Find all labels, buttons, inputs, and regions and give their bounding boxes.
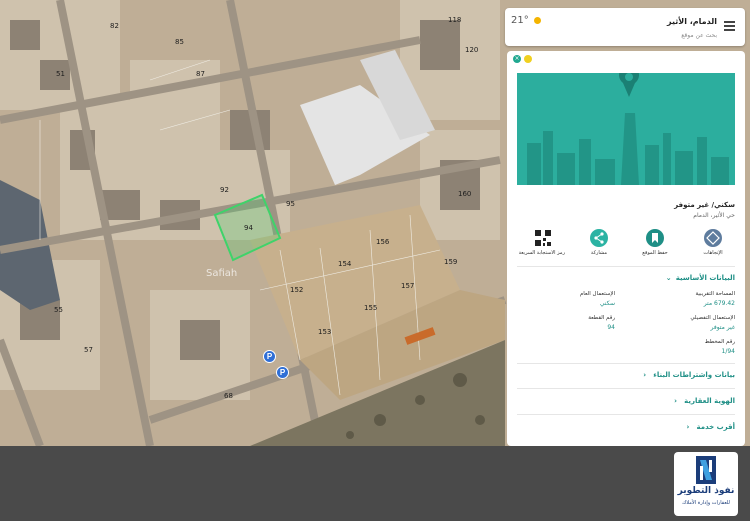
plot-number: 157 bbox=[401, 282, 415, 290]
general-use-label: الإستعمال العام bbox=[579, 291, 615, 297]
action-bar: الإتجاهات حفظ الموقع مشاركة رمز الاستجاب… bbox=[517, 229, 735, 261]
divider bbox=[517, 388, 735, 389]
action-label: الإتجاهات bbox=[703, 250, 723, 256]
section-title: أقرب خدمة bbox=[696, 423, 735, 431]
area-label: المساحة التقريبية bbox=[695, 291, 735, 297]
chevron-left-icon: ‹ bbox=[674, 397, 677, 405]
plot-number: 152 bbox=[290, 286, 304, 294]
plot-number-label: رقم القطعة bbox=[588, 315, 615, 321]
location-subtitle: حي الأثير، الدمام bbox=[693, 212, 735, 219]
plot-number: 51 bbox=[56, 70, 65, 78]
skyline-illustration bbox=[527, 73, 729, 185]
menu-icon[interactable] bbox=[724, 21, 735, 31]
plot-number: 160 bbox=[458, 190, 472, 198]
parking-icon[interactable]: P bbox=[263, 350, 276, 363]
general-use-value: سكني bbox=[599, 300, 615, 307]
detailed-use-value: غير متوفر bbox=[710, 324, 735, 331]
info-dot-icon bbox=[524, 55, 532, 63]
directions-button[interactable]: الإتجاهات bbox=[691, 229, 735, 256]
building-requirements-section[interactable]: بيانات واشتراطات البناء ‹ bbox=[643, 371, 735, 379]
location-header-card: الدمام، الأثير بحث عن موقع 21° bbox=[505, 8, 745, 46]
section-title: الهوية العقارية bbox=[684, 397, 735, 405]
qr-code-button[interactable]: رمز الاستجابة السريعة bbox=[518, 229, 565, 256]
qr-code-icon bbox=[534, 229, 552, 247]
plot-number-value: 94 bbox=[607, 324, 615, 331]
property-identity-section[interactable]: الهوية العقارية ‹ bbox=[674, 397, 735, 405]
plan-number-label: رقم المخطط bbox=[704, 339, 735, 345]
chevron-left-icon: ‹ bbox=[643, 371, 647, 379]
share-button[interactable]: مشاركة bbox=[577, 229, 621, 256]
temperature: 21° bbox=[511, 15, 529, 26]
plot-number: 94 bbox=[244, 224, 253, 232]
parking-icon[interactable]: P bbox=[276, 366, 289, 379]
plot-number: 95 bbox=[286, 200, 295, 208]
plot-number: 82 bbox=[110, 22, 119, 30]
plot-number: 118 bbox=[448, 16, 462, 24]
weather-widget: 21° bbox=[511, 15, 541, 26]
action-label: رمز الاستجابة السريعة bbox=[518, 250, 565, 256]
section-title: بيانات واشتراطات البناء bbox=[653, 371, 735, 379]
divider bbox=[517, 414, 735, 415]
logo-mark-icon bbox=[696, 456, 716, 484]
plot-number: 92 bbox=[220, 186, 229, 194]
nearest-service-section[interactable]: أقرب خدمة ‹ bbox=[687, 423, 735, 431]
map-watermark: Safiah bbox=[206, 268, 238, 279]
plot-number: 85 bbox=[175, 38, 184, 46]
plot-number: 153 bbox=[318, 328, 332, 336]
close-icon[interactable]: × bbox=[513, 55, 521, 63]
company-name: نفوذ التطوير bbox=[677, 486, 735, 496]
hero-illustration bbox=[517, 73, 735, 185]
plot-details-panel: × سكني/ غير متوفر حي الأثير، الدمام الإت… bbox=[507, 51, 745, 446]
plot-number: 68 bbox=[224, 392, 233, 400]
plot-number: 57 bbox=[84, 346, 93, 354]
divider bbox=[517, 266, 735, 267]
section-title: البيانات الأساسية bbox=[675, 274, 735, 282]
search-input[interactable]: بحث عن موقع bbox=[681, 32, 717, 39]
area-value: 679.42 متر bbox=[703, 300, 735, 307]
usage-title: سكني/ غير متوفر bbox=[674, 201, 735, 209]
basic-data-section-header[interactable]: البيانات الأساسية ⌄ bbox=[666, 274, 735, 282]
company-tagline: للعقارات وإدارة الأملاك bbox=[682, 500, 730, 506]
divider bbox=[517, 363, 735, 364]
footer-bar: نفوذ التطوير للعقارات وإدارة الأملاك bbox=[0, 446, 750, 521]
plot-number: 154 bbox=[338, 260, 352, 268]
detailed-use-label: الإستعمال التفصيلي bbox=[690, 315, 735, 321]
sun-icon bbox=[533, 16, 541, 24]
location-title: الدمام، الأثير bbox=[667, 17, 717, 26]
bookmark-icon bbox=[646, 229, 664, 247]
chevron-left-icon: ‹ bbox=[686, 423, 690, 431]
action-label: حفظ الموقع bbox=[642, 250, 668, 256]
plot-number: 159 bbox=[444, 258, 458, 266]
plot-number: 155 bbox=[364, 304, 378, 312]
plot-number: 55 bbox=[54, 306, 63, 314]
plot-number: 87 bbox=[196, 70, 205, 78]
action-label: مشاركة bbox=[590, 250, 608, 256]
directions-icon bbox=[704, 229, 722, 247]
plot-number: 120 bbox=[465, 46, 479, 54]
chevron-down-icon: ⌄ bbox=[665, 274, 672, 282]
share-icon bbox=[590, 229, 608, 247]
plot-number: 156 bbox=[376, 238, 390, 246]
save-location-button[interactable]: حفظ الموقع bbox=[633, 229, 677, 256]
company-logo: نفوذ التطوير للعقارات وإدارة الأملاك bbox=[674, 452, 738, 516]
plan-number-value: 1/94 bbox=[721, 348, 735, 355]
